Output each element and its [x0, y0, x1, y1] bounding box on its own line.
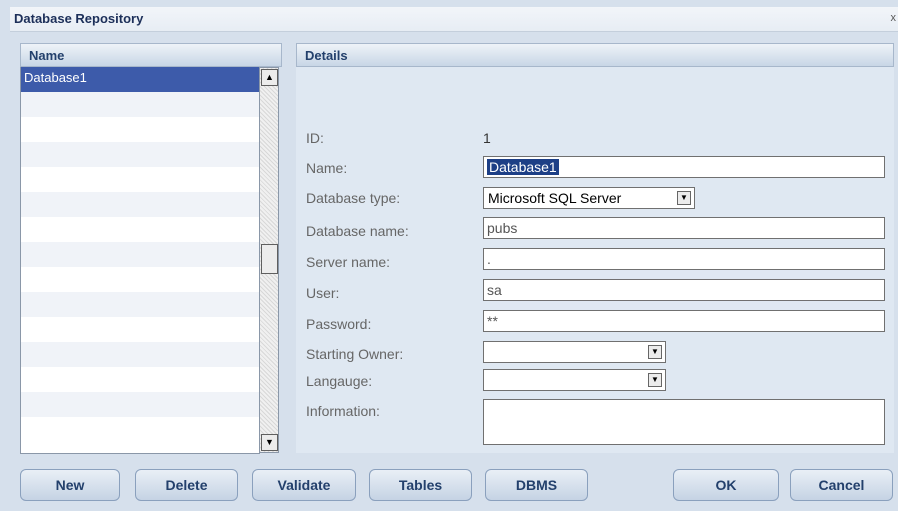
- database-list[interactable]: Database1: [20, 67, 260, 454]
- chevron-down-icon[interactable]: ▼: [648, 345, 662, 359]
- id-label: ID:: [306, 130, 324, 146]
- list-item[interactable]: [21, 117, 260, 142]
- list-item[interactable]: Database1: [21, 67, 260, 92]
- list-item[interactable]: [21, 392, 260, 417]
- list-item[interactable]: [21, 142, 260, 167]
- scroll-up-icon[interactable]: ▲: [261, 69, 278, 86]
- id-value: 1: [483, 130, 491, 146]
- tables-button[interactable]: Tables: [369, 469, 472, 501]
- information-label: Information:: [306, 403, 380, 419]
- database-name-label: Database name:: [306, 223, 409, 239]
- database-type-value: Microsoft SQL Server: [488, 190, 622, 206]
- name-field[interactable]: Database1: [483, 156, 885, 178]
- name-value: Database1: [487, 159, 559, 175]
- user-label: User:: [306, 285, 340, 301]
- database-type-select[interactable]: Microsoft SQL Server ▼: [483, 187, 695, 209]
- server-name-label: Server name:: [306, 254, 391, 270]
- scroll-thumb[interactable]: [261, 244, 278, 274]
- password-field[interactable]: **: [483, 310, 885, 332]
- language-select[interactable]: ▼: [483, 369, 666, 391]
- database-repository-window: Database Repository x Name Database1 ▲ ▼…: [0, 0, 898, 511]
- dbms-button[interactable]: DBMS: [485, 469, 588, 501]
- scroll-down-icon[interactable]: ▼: [261, 434, 278, 451]
- list-item[interactable]: [21, 367, 260, 392]
- database-type-label: Database type:: [306, 190, 401, 206]
- list-header-label: Name: [29, 48, 65, 63]
- delete-button[interactable]: Delete: [135, 469, 238, 501]
- list-item[interactable]: [21, 417, 260, 442]
- list-item[interactable]: [21, 267, 260, 292]
- password-label: Password:: [306, 316, 372, 332]
- details-header: Details: [296, 43, 894, 67]
- list-item[interactable]: [21, 292, 260, 317]
- name-label: Name:: [306, 160, 348, 176]
- list-item[interactable]: [21, 167, 260, 192]
- ok-button[interactable]: OK: [673, 469, 779, 501]
- title-bar: Database Repository x: [10, 7, 898, 32]
- list-scrollbar[interactable]: ▲ ▼: [259, 67, 279, 453]
- starting-owner-select[interactable]: ▼: [483, 341, 666, 363]
- list-item[interactable]: [21, 217, 260, 242]
- validate-button[interactable]: Validate: [252, 469, 356, 501]
- user-field[interactable]: sa: [483, 279, 885, 301]
- new-button[interactable]: New: [20, 469, 120, 501]
- starting-owner-label: Starting Owner:: [306, 346, 404, 362]
- list-item[interactable]: [21, 342, 260, 367]
- list-item[interactable]: [21, 192, 260, 217]
- chevron-down-icon[interactable]: ▼: [648, 373, 662, 387]
- close-icon[interactable]: x: [891, 12, 897, 24]
- server-name-field[interactable]: .: [483, 248, 885, 270]
- list-item[interactable]: [21, 92, 260, 117]
- cancel-button[interactable]: Cancel: [790, 469, 893, 501]
- list-item[interactable]: [21, 242, 260, 267]
- window-title: Database Repository: [14, 11, 144, 26]
- database-name-field[interactable]: pubs: [483, 217, 885, 239]
- list-item[interactable]: [21, 317, 260, 342]
- list-header: Name: [20, 43, 282, 67]
- language-label: Langauge:: [306, 373, 373, 389]
- information-textarea[interactable]: [483, 399, 885, 445]
- details-header-label: Details: [305, 48, 348, 63]
- chevron-down-icon[interactable]: ▼: [677, 191, 691, 205]
- details-panel: ID: 1 Name: Database1 Database type: Mic…: [296, 67, 894, 453]
